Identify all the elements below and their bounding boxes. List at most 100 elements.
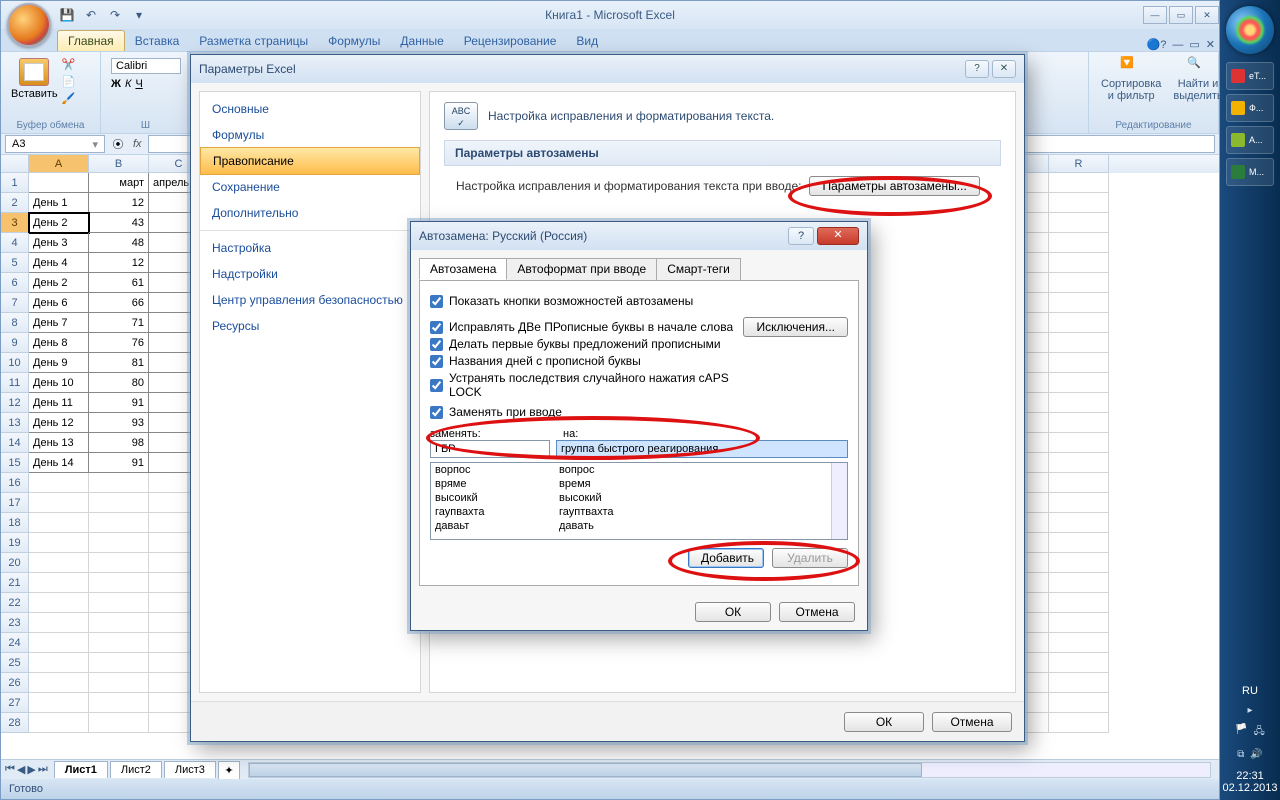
row-header-22[interactable]: 22 [1,593,29,613]
cell-R7[interactable] [1049,293,1109,313]
autocorrect-help-button[interactable]: ? [788,227,814,245]
delete-button[interactable]: Удалить [772,548,848,568]
cell-B11[interactable]: 80 [89,373,149,393]
row-header-5[interactable]: 5 [1,253,29,273]
cell-R15[interactable] [1049,453,1109,473]
cell-A28[interactable] [29,713,89,733]
autocorrect-cancel-button[interactable]: Отмена [779,602,855,622]
autocorrect-close-button[interactable]: ✕ [817,227,859,245]
opt-nav-advanced[interactable]: Дополнительно [200,200,420,226]
replacement-row[interactable]: ворпосвопрос [431,463,847,477]
tab-insert[interactable]: Вставка [125,31,190,51]
replacement-list[interactable]: ворпосвопросврямевремявысоикйвысокийгауп… [430,462,848,540]
cell-B6[interactable]: 61 [89,273,149,293]
tray-network-icon[interactable]: 🖧 [1254,724,1265,741]
chk-two-caps[interactable]: Исправлять ДВе ПРописные буквы в начале … [430,320,743,334]
italic-button[interactable]: К [125,78,131,90]
undo-icon[interactable]: ↶ [81,5,101,25]
options-ok-button[interactable]: ОК [844,712,924,732]
cell-A7[interactable]: День 6 [29,293,89,313]
row-header-8[interactable]: 8 [1,313,29,333]
cell-A19[interactable] [29,533,89,553]
close-button[interactable]: ✕ [1195,6,1219,24]
tray-flag-icon[interactable]: 🏳️ [1235,724,1247,741]
opt-nav-save[interactable]: Сохранение [200,174,420,200]
maximize-button[interactable]: ▭ [1169,6,1193,24]
taskbar-clock[interactable]: 22:31 02.12.2013 [1222,764,1277,800]
tray-volume-icon[interactable]: 🔊 [1250,749,1262,760]
qat-more-icon[interactable]: ▾ [129,5,149,25]
sort-filter-button[interactable]: 🔽 Сортировка и фильтр [1095,54,1167,104]
sheet-nav-last-icon[interactable]: ⏭ [38,763,48,776]
cell-B20[interactable] [89,553,149,573]
cell-R4[interactable] [1049,233,1109,253]
fx-icon[interactable]: fx [127,138,148,150]
cell-A11[interactable]: День 10 [29,373,89,393]
cell-R11[interactable] [1049,373,1109,393]
cell-A26[interactable] [29,673,89,693]
autocorrect-options-button[interactable]: Параметры автозамены... [809,176,979,196]
tray-action-icon[interactable]: ⧉ [1237,749,1244,760]
office-button[interactable] [7,3,51,47]
cell-B26[interactable] [89,673,149,693]
font-name-box[interactable]: Calibri [111,58,181,74]
cell-R16[interactable] [1049,473,1109,493]
cell-R8[interactable] [1049,313,1109,333]
row-header-14[interactable]: 14 [1,433,29,453]
row-header-23[interactable]: 23 [1,613,29,633]
cell-A25[interactable] [29,653,89,673]
tab-review[interactable]: Рецензирование [454,31,567,51]
cell-R3[interactable] [1049,213,1109,233]
name-box-expand-icon[interactable]: ⦿ [109,136,127,152]
list-scrollbar[interactable] [831,463,847,539]
tab-home[interactable]: Главная [57,30,125,51]
row-header-11[interactable]: 11 [1,373,29,393]
row-header-12[interactable]: 12 [1,393,29,413]
cell-B13[interactable]: 93 [89,413,149,433]
row-header-3[interactable]: 3 [1,213,29,233]
cell-R1[interactable] [1049,173,1109,193]
copy-icon[interactable]: 📄 [62,75,76,88]
cell-B27[interactable] [89,693,149,713]
col-header-A[interactable]: A [29,155,89,173]
row-header-25[interactable]: 25 [1,653,29,673]
row-header-19[interactable]: 19 [1,533,29,553]
cell-B22[interactable] [89,593,149,613]
underline-button[interactable]: Ч [135,78,142,90]
taskbar-app[interactable]: M... [1226,158,1274,186]
chk-capitalize-sentence[interactable]: Делать первые буквы предложений прописны… [430,337,743,351]
horizontal-scrollbar[interactable] [248,762,1211,778]
sheet-tab-3[interactable]: Лист3 [164,761,216,778]
opt-nav-addins[interactable]: Надстройки [200,261,420,287]
minimize-button[interactable]: — [1143,6,1167,24]
start-button[interactable] [1226,6,1274,54]
cell-A6[interactable]: День 2 [29,273,89,293]
chk-capitalize-days[interactable]: Названия дней с прописной буквы [430,354,743,368]
row-header-9[interactable]: 9 [1,333,29,353]
cell-B7[interactable]: 66 [89,293,149,313]
replace-input[interactable] [430,440,550,458]
language-indicator[interactable]: RU [1238,681,1262,701]
cell-R23[interactable] [1049,613,1109,633]
cell-A3[interactable]: День 2 [29,213,89,233]
cell-A24[interactable] [29,633,89,653]
tab-page-layout[interactable]: Разметка страницы [189,31,318,51]
opt-nav-resources[interactable]: Ресурсы [200,313,420,339]
opt-nav-general[interactable]: Основные [200,96,420,122]
cell-R5[interactable] [1049,253,1109,273]
cell-R19[interactable] [1049,533,1109,553]
paste-button[interactable]: Вставить [7,54,62,105]
help-icon[interactable]: 🔵? [1147,38,1167,51]
cell-R25[interactable] [1049,653,1109,673]
format-painter-icon[interactable]: 🖌️ [62,92,76,105]
col-header-B[interactable]: B [89,155,149,173]
cell-R6[interactable] [1049,273,1109,293]
cell-B18[interactable] [89,513,149,533]
cell-R17[interactable] [1049,493,1109,513]
row-header-6[interactable]: 6 [1,273,29,293]
cell-B1[interactable]: март [89,173,149,193]
sheet-nav-prev-icon[interactable]: ◀ [17,763,25,776]
cell-A22[interactable] [29,593,89,613]
cell-A20[interactable] [29,553,89,573]
opt-nav-customize[interactable]: Настройка [200,235,420,261]
